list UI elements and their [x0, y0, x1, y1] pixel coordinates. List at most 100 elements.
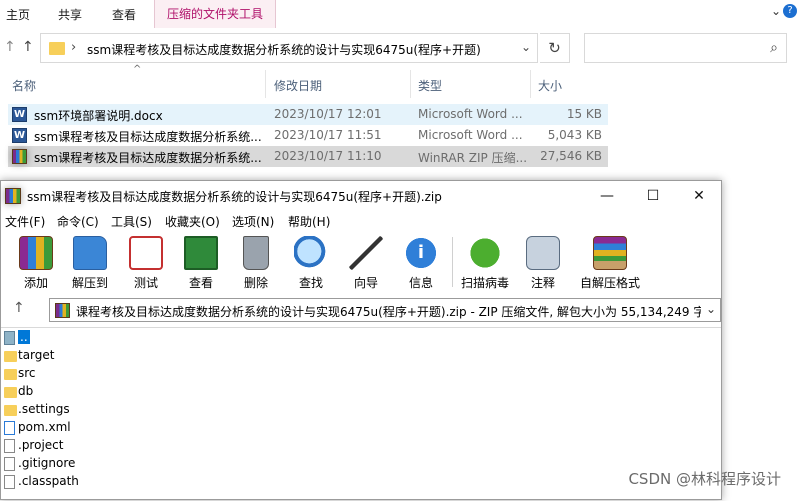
list-item-parent[interactable]: ..: [1, 329, 201, 347]
tab-home[interactable]: 主页: [6, 6, 30, 23]
file-size: 5,043 KB: [547, 128, 602, 142]
list-item[interactable]: target: [1, 347, 201, 365]
menu-help[interactable]: 帮助(H): [288, 213, 330, 230]
toolbar-label: 查找: [298, 276, 323, 290]
tab-share[interactable]: 共享: [58, 6, 82, 23]
info-button[interactable]: i 信息: [392, 233, 450, 291]
tab-compressed-folder-tools[interactable]: 压缩的文件夹工具: [154, 0, 277, 28]
list-item[interactable]: .gitignore: [1, 455, 201, 473]
folder-icon: [4, 351, 17, 362]
clipboard-check-icon: [129, 236, 163, 270]
help-icon[interactable]: ?: [783, 4, 797, 18]
list-item[interactable]: .settings: [1, 401, 201, 419]
list-item-label: .gitignore: [18, 456, 76, 470]
file-date: 2023/10/17 11:51: [274, 128, 382, 142]
file-icon: [4, 457, 15, 471]
wizard-button[interactable]: 向导: [337, 233, 395, 291]
tab-view[interactable]: 查看: [112, 6, 136, 23]
extract-folder-icon: [73, 236, 107, 270]
search-input[interactable]: ⌕: [584, 33, 787, 63]
virus-scan-button[interactable]: 扫描病毒: [456, 233, 514, 291]
comment-icon: [526, 236, 560, 270]
refresh-button[interactable]: ↻: [540, 33, 570, 63]
menu-options[interactable]: 选项(N): [232, 213, 274, 230]
test-button[interactable]: 测试: [117, 233, 175, 291]
view-button[interactable]: 查看: [172, 233, 230, 291]
file-size: 27,546 KB: [540, 149, 602, 163]
magic-wand-icon: [349, 236, 383, 270]
toolbar-separator: [452, 237, 453, 287]
menu-favorites[interactable]: 收藏夹(O): [165, 213, 220, 230]
magnifier-icon: [294, 236, 328, 270]
file-name: ssm课程考核及目标达成度数据分析系统...: [34, 151, 262, 165]
column-type[interactable]: 类型: [418, 70, 531, 98]
folder-icon: [4, 369, 17, 380]
column-name[interactable]: 名称: [12, 70, 266, 98]
minimize-button[interactable]: —: [585, 185, 629, 207]
up-arrow-icon[interactable]: ↑: [13, 300, 25, 316]
watermark: CSDN @林科程序设计: [628, 470, 781, 488]
list-item[interactable]: db: [1, 383, 201, 401]
info-icon: i: [404, 236, 438, 270]
file-type: WinRAR ZIP 压缩...: [418, 151, 528, 165]
toolbar-label: 扫描病毒: [460, 276, 509, 290]
archive-path-dropdown[interactable]: 课程考核及目标达成度数据分析系统的设计与实现6475u(程序+开题).zip -…: [49, 298, 721, 322]
toolbar-label: 自解压格式: [579, 276, 640, 290]
parent-folder-icon: [4, 331, 15, 345]
file-name: ssm课程考核及目标达成度数据分析系统...: [34, 130, 262, 144]
folder-icon: [49, 42, 65, 55]
chevron-down-icon[interactable]: ⌄: [706, 302, 716, 316]
winrar-titlebar[interactable]: ssm课程考核及目标达成度数据分析系统的设计与实现6475u(程序+开题).zi…: [1, 181, 721, 211]
address-bar[interactable]: › ssm课程考核及目标达成度数据分析系统的设计与实现6475u(程序+开题) …: [40, 33, 538, 63]
menu-tools[interactable]: 工具(S): [111, 213, 152, 230]
toolbar-label: 添加: [23, 276, 48, 290]
list-item-label: .settings: [18, 402, 70, 416]
column-size[interactable]: 大小: [538, 70, 608, 98]
folder-icon: [4, 405, 17, 416]
list-item[interactable]: pom.xml: [1, 419, 201, 437]
add-button[interactable]: 添加: [7, 233, 65, 291]
list-item[interactable]: .classpath: [1, 473, 201, 491]
file-size: 15 KB: [566, 107, 602, 121]
folder-icon: [4, 387, 17, 398]
archive-path-text: 课程考核及目标达成度数据分析系统的设计与实现6475u(程序+开题).zip -…: [76, 305, 701, 319]
list-item-label: src: [18, 366, 36, 380]
chevron-down-icon[interactable]: ⌄: [521, 40, 531, 54]
file-row[interactable]: W ssm课程考核及目标达成度数据分析系统... 2023/10/17 11:5…: [8, 125, 608, 146]
list-item[interactable]: .project: [1, 437, 201, 455]
find-button[interactable]: 查找: [282, 233, 340, 291]
menu-file[interactable]: 文件(F): [5, 213, 45, 230]
trash-icon: [243, 236, 269, 270]
extract-to-button[interactable]: 解压到: [61, 233, 119, 291]
column-date[interactable]: 修改日期: [274, 70, 411, 98]
back-arrow-icon[interactable]: ↑: [4, 39, 16, 55]
list-item-label: pom.xml: [18, 420, 71, 434]
word-icon: W: [12, 128, 27, 143]
close-button[interactable]: ✕: [677, 185, 721, 207]
maximize-button[interactable]: ☐: [631, 185, 675, 207]
file-row-selected[interactable]: ssm课程考核及目标达成度数据分析系统... 2023/10/17 11:10 …: [8, 146, 608, 167]
file-type: Microsoft Word ...: [418, 107, 523, 121]
file-date: 2023/10/17 11:10: [274, 149, 382, 163]
delete-button[interactable]: 删除: [227, 233, 285, 291]
menu-commands[interactable]: 命令(C): [57, 213, 99, 230]
comment-button[interactable]: 注释: [514, 233, 572, 291]
breadcrumb-separator-icon[interactable]: ›: [71, 40, 76, 55]
up-arrow-icon[interactable]: ↑: [22, 39, 34, 55]
list-item[interactable]: src: [1, 365, 201, 383]
ribbon-tabs: 主页 共享 查看 压缩的文件夹工具 ⌄ ?: [0, 0, 797, 28]
sfx-button[interactable]: 自解压格式: [577, 233, 643, 291]
bug-icon: [468, 236, 502, 270]
list-item-label: target: [18, 348, 55, 362]
toolbar-label: 向导: [353, 276, 378, 290]
word-icon: W: [12, 107, 27, 122]
book-icon: [184, 236, 218, 270]
ribbon-expand-icon[interactable]: ⌄: [771, 4, 781, 18]
file-type: Microsoft Word ...: [418, 128, 523, 142]
archive-file-list: .. target src db .settings pom.xml .proj…: [1, 327, 721, 501]
file-date: 2023/10/17 12:01: [274, 107, 382, 121]
winrar-icon: [55, 303, 70, 318]
file-row[interactable]: W ssm环境部署说明.docx 2023/10/17 12:01 Micros…: [8, 104, 608, 125]
toolbar-label: 查看: [188, 276, 213, 290]
address-row: ↑ ↑ › ssm课程考核及目标达成度数据分析系统的设计与实现6475u(程序+…: [0, 30, 797, 66]
